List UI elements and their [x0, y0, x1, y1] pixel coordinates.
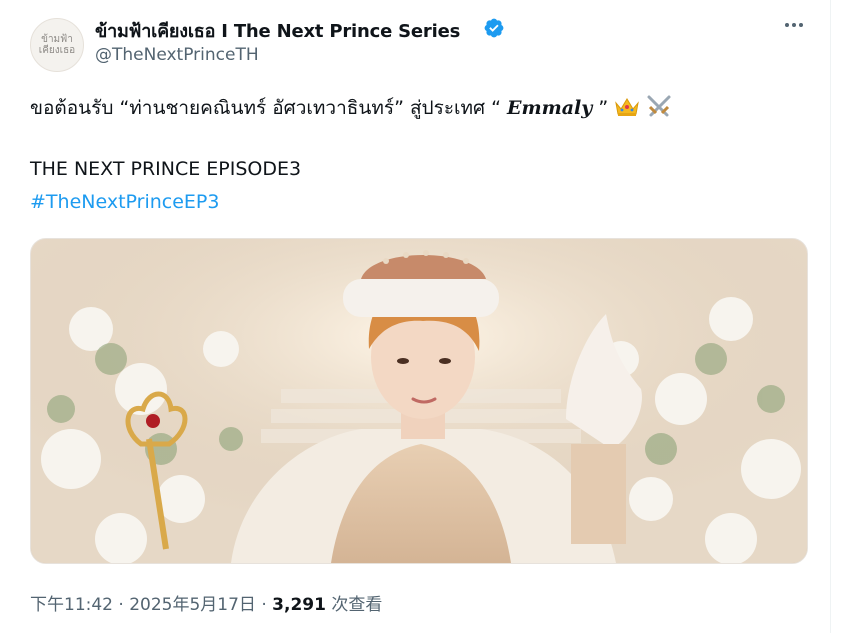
- tweet-time[interactable]: 下午11:42: [30, 595, 113, 615]
- verified-badge-icon: [484, 18, 504, 38]
- hashtag-link[interactable]: #TheNextPrinceEP3: [30, 191, 219, 213]
- views-label: 次查看: [325, 595, 383, 615]
- tweet-text-line1: ขอต้อนรับ “ท่านชายคณินทร์ อัศวเทวาธินทร์…: [30, 94, 672, 121]
- tweet-text-prefix: ขอต้อนรับ “ท่านชายคณินทร์ อัศวเทวาธินทร์…: [30, 97, 508, 119]
- meta-separator: ·: [255, 595, 273, 615]
- crossed-swords-emoji-icon: [647, 95, 671, 117]
- avatar[interactable]: ข้ามฟ้า เคียงเธอ: [30, 18, 84, 72]
- crown-emoji-icon: [615, 98, 640, 116]
- tweet-text-line2: THE NEXT PRINCE EPISODE3: [30, 158, 302, 180]
- avatar-logo-text: ข้ามฟ้า เคียงเธอ: [38, 34, 76, 56]
- views-count: 3,291: [272, 595, 326, 615]
- tweet-card: ข้ามฟ้า เคียงเธอ ข้ามฟ้าเคียงเธอ I The N…: [0, 0, 831, 633]
- tweet-media-image[interactable]: [30, 238, 808, 564]
- media-illustration: [31, 239, 807, 563]
- tweet-meta: 下午11:42 · 2025年5月17日 · 3,291 次查看: [30, 590, 382, 615]
- display-name[interactable]: ข้ามฟ้าเคียงเธอ I The Next Prince Series: [95, 16, 460, 45]
- account-handle[interactable]: @TheNextPrinceTH: [95, 45, 259, 65]
- meta-separator: ·: [113, 595, 130, 615]
- tweet-text-emmaly: Emmaly: [507, 97, 593, 119]
- tweet-text-suffix: ”: [592, 97, 609, 119]
- tweet-date[interactable]: 2025年5月17日: [129, 595, 256, 615]
- more-options-icon[interactable]: [782, 13, 806, 37]
